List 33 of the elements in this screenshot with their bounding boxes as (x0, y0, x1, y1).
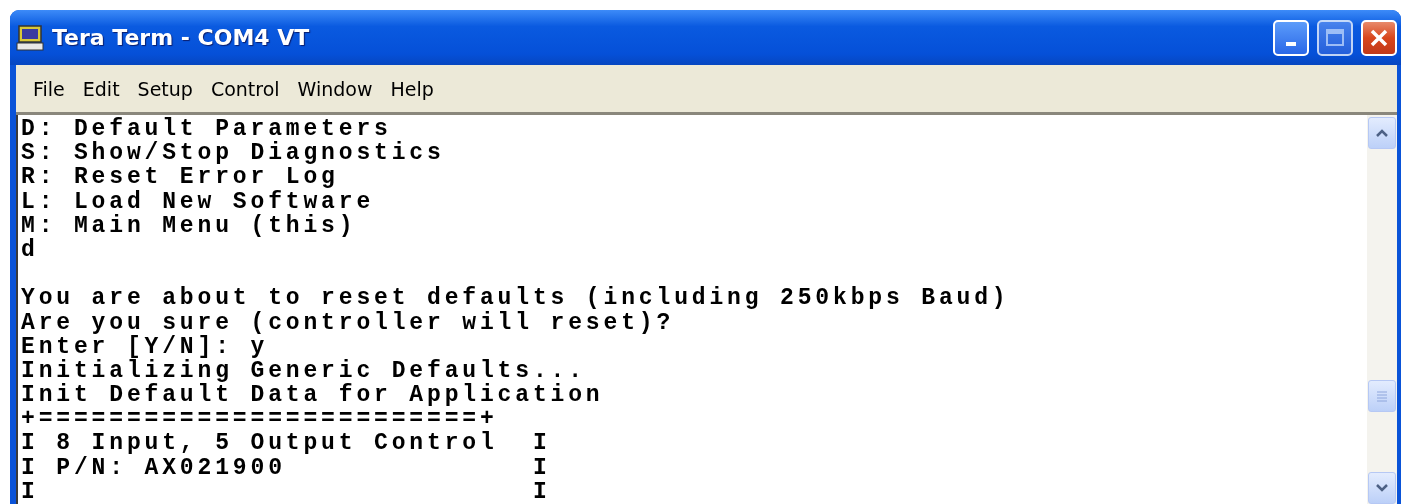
maximize-button[interactable] (1317, 19, 1353, 56)
minimize-button[interactable] (1273, 19, 1309, 56)
terminal-line: Initializing Generic Defaults... (21, 358, 586, 384)
scroll-thumb[interactable] (1368, 380, 1396, 412)
terminal-line: S: Show/Stop Diagnostics (21, 141, 446, 166)
terminal-line: R: Reset Error Log (21, 165, 339, 190)
terminal-line: D: Default Parameters (21, 117, 392, 142)
vertical-scrollbar[interactable] (1367, 115, 1397, 504)
terminal-line: You are about to reset defaults (including 250kbps Baud) (21, 286, 1011, 311)
terminal-line: L: Load New Software (21, 189, 376, 214)
scroll-up-icon[interactable] (1368, 117, 1396, 149)
close-icon (1369, 27, 1389, 48)
menu-item[interactable]: Control (201, 77, 289, 100)
menu-item[interactable]: File (24, 77, 74, 100)
terminal-line: I I (21, 479, 552, 504)
terminal-line: Init Default Data for Application (21, 383, 605, 408)
menu-item[interactable]: Window (288, 77, 382, 100)
terminal-line: d (21, 237, 40, 263)
terminal-line: +=========================+ (21, 407, 499, 432)
menu-item[interactable]: Help (381, 77, 443, 100)
terminal-line: I P/N: AX021900 I (21, 455, 552, 480)
close-button[interactable] (1361, 19, 1397, 56)
maximize-icon (1325, 27, 1345, 48)
terminal-line: I 8 Input, 5 Output Control I (21, 431, 552, 456)
window-title: Tera Term - COM4 VT (52, 25, 311, 50)
scroll-down-icon[interactable] (1368, 472, 1396, 504)
minimize-icon (1286, 41, 1296, 46)
menu-item[interactable]: Edit (73, 77, 129, 100)
terminal-computer-icon (16, 24, 44, 51)
menu-item[interactable]: Setup (128, 77, 202, 100)
terminal-line: Enter [Y/N]: y (21, 334, 269, 359)
terminal-line: Are you sure (controller will reset)? (21, 310, 676, 335)
terminal-line: M: Main Menu (this) (21, 213, 358, 238)
